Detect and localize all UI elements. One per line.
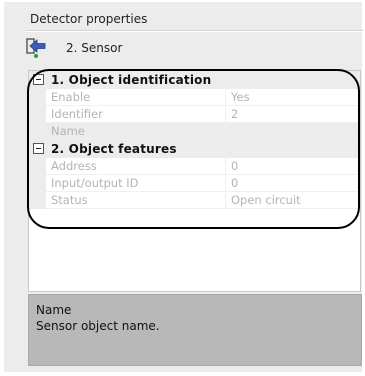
property-key: Name bbox=[46, 123, 226, 140]
property-row-enable[interactable]: Enable Yes bbox=[29, 89, 360, 106]
object-name-label: 2. Sensor bbox=[66, 41, 123, 55]
property-row-address[interactable]: Address 0 bbox=[29, 158, 360, 175]
description-text: Sensor object name. bbox=[36, 319, 160, 333]
panel-title: Detector properties bbox=[30, 12, 148, 26]
property-key: Enable bbox=[46, 89, 226, 106]
property-value[interactable]: 0 bbox=[226, 175, 360, 192]
collapse-icon[interactable] bbox=[33, 74, 44, 85]
property-key: Identifier bbox=[46, 106, 226, 123]
detector-properties-panel: Detector properties 2. Sensor 1. Object … bbox=[4, 2, 363, 372]
property-value[interactable]: Yes bbox=[226, 89, 360, 106]
property-key: Status bbox=[46, 192, 226, 209]
property-row-identifier[interactable]: Identifier 2 bbox=[29, 106, 360, 123]
property-row-io-id[interactable]: Input/output ID 0 bbox=[29, 175, 360, 192]
property-key: Input/output ID bbox=[46, 175, 226, 192]
row-gutter bbox=[29, 175, 46, 192]
property-value[interactable]: 0 bbox=[226, 158, 360, 175]
row-gutter bbox=[29, 158, 46, 175]
sensor-exit-icon bbox=[26, 36, 48, 58]
property-value[interactable] bbox=[226, 123, 360, 140]
property-key: Address bbox=[46, 158, 226, 175]
description-pane: Name Sensor object name. bbox=[28, 294, 362, 366]
category-label: 2. Object features bbox=[51, 142, 177, 156]
title-divider bbox=[26, 30, 363, 32]
property-value[interactable]: Open circuit bbox=[226, 192, 360, 209]
property-value[interactable]: 2 bbox=[226, 106, 360, 123]
collapse-icon[interactable] bbox=[33, 143, 44, 154]
description-title: Name bbox=[36, 303, 72, 317]
object-header: 2. Sensor bbox=[26, 36, 226, 60]
category-object-identification[interactable]: 1. Object identification bbox=[29, 71, 360, 89]
property-row-status[interactable]: Status Open circuit bbox=[29, 192, 360, 209]
row-gutter bbox=[29, 106, 46, 123]
property-row-name[interactable]: Name bbox=[29, 123, 360, 140]
property-grid: 1. Object identification Enable Yes Iden… bbox=[28, 70, 361, 292]
category-label: 1. Object identification bbox=[51, 73, 212, 87]
category-object-features[interactable]: 2. Object features bbox=[29, 140, 360, 158]
row-gutter bbox=[29, 192, 46, 209]
row-gutter bbox=[29, 89, 46, 106]
row-gutter bbox=[29, 123, 46, 140]
